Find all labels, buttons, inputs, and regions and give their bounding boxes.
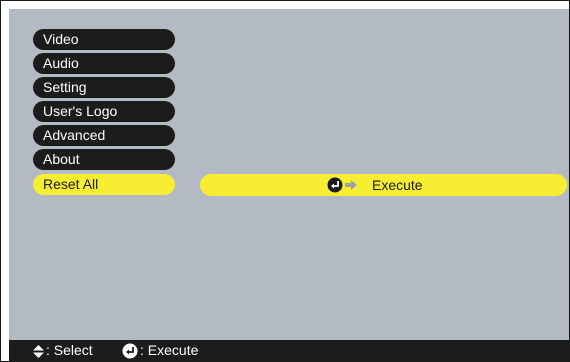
menu-item-about[interactable]: About (33, 149, 175, 170)
menu-item-label: User's Logo (43, 103, 118, 119)
menu-item-advanced[interactable]: Advanced (33, 125, 175, 146)
select-hint: : Select (46, 342, 93, 358)
menu-item-label: About (43, 151, 80, 167)
menu-item-audio[interactable]: Audio (33, 53, 175, 74)
execute-button[interactable]: Execute (200, 174, 567, 196)
enter-icon (122, 343, 138, 359)
execute-hint: : Execute (140, 342, 199, 358)
menu-item-label: Audio (43, 55, 79, 71)
menu-item-label: Reset All (43, 176, 99, 192)
execute-label: Execute (372, 177, 423, 193)
menu-item-label: Advanced (43, 127, 106, 143)
menu-item-label: Setting (43, 79, 87, 95)
enter-icon (327, 177, 343, 193)
status-bar: : Select : Execute (9, 340, 569, 361)
menu-item-users-logo[interactable]: User's Logo (33, 101, 175, 122)
projector-menu-frame: Video Audio Setting User's Logo Advanced… (0, 0, 570, 362)
menu-screen: Video Audio Setting User's Logo Advanced… (9, 9, 569, 340)
arrow-right-icon (345, 180, 357, 190)
menu-item-label: Video (43, 31, 79, 47)
menu-item-reset-all[interactable]: Reset All (33, 174, 175, 195)
menu-item-setting[interactable]: Setting (33, 77, 175, 98)
up-down-icon (33, 345, 44, 358)
menu-item-video[interactable]: Video (33, 29, 175, 50)
